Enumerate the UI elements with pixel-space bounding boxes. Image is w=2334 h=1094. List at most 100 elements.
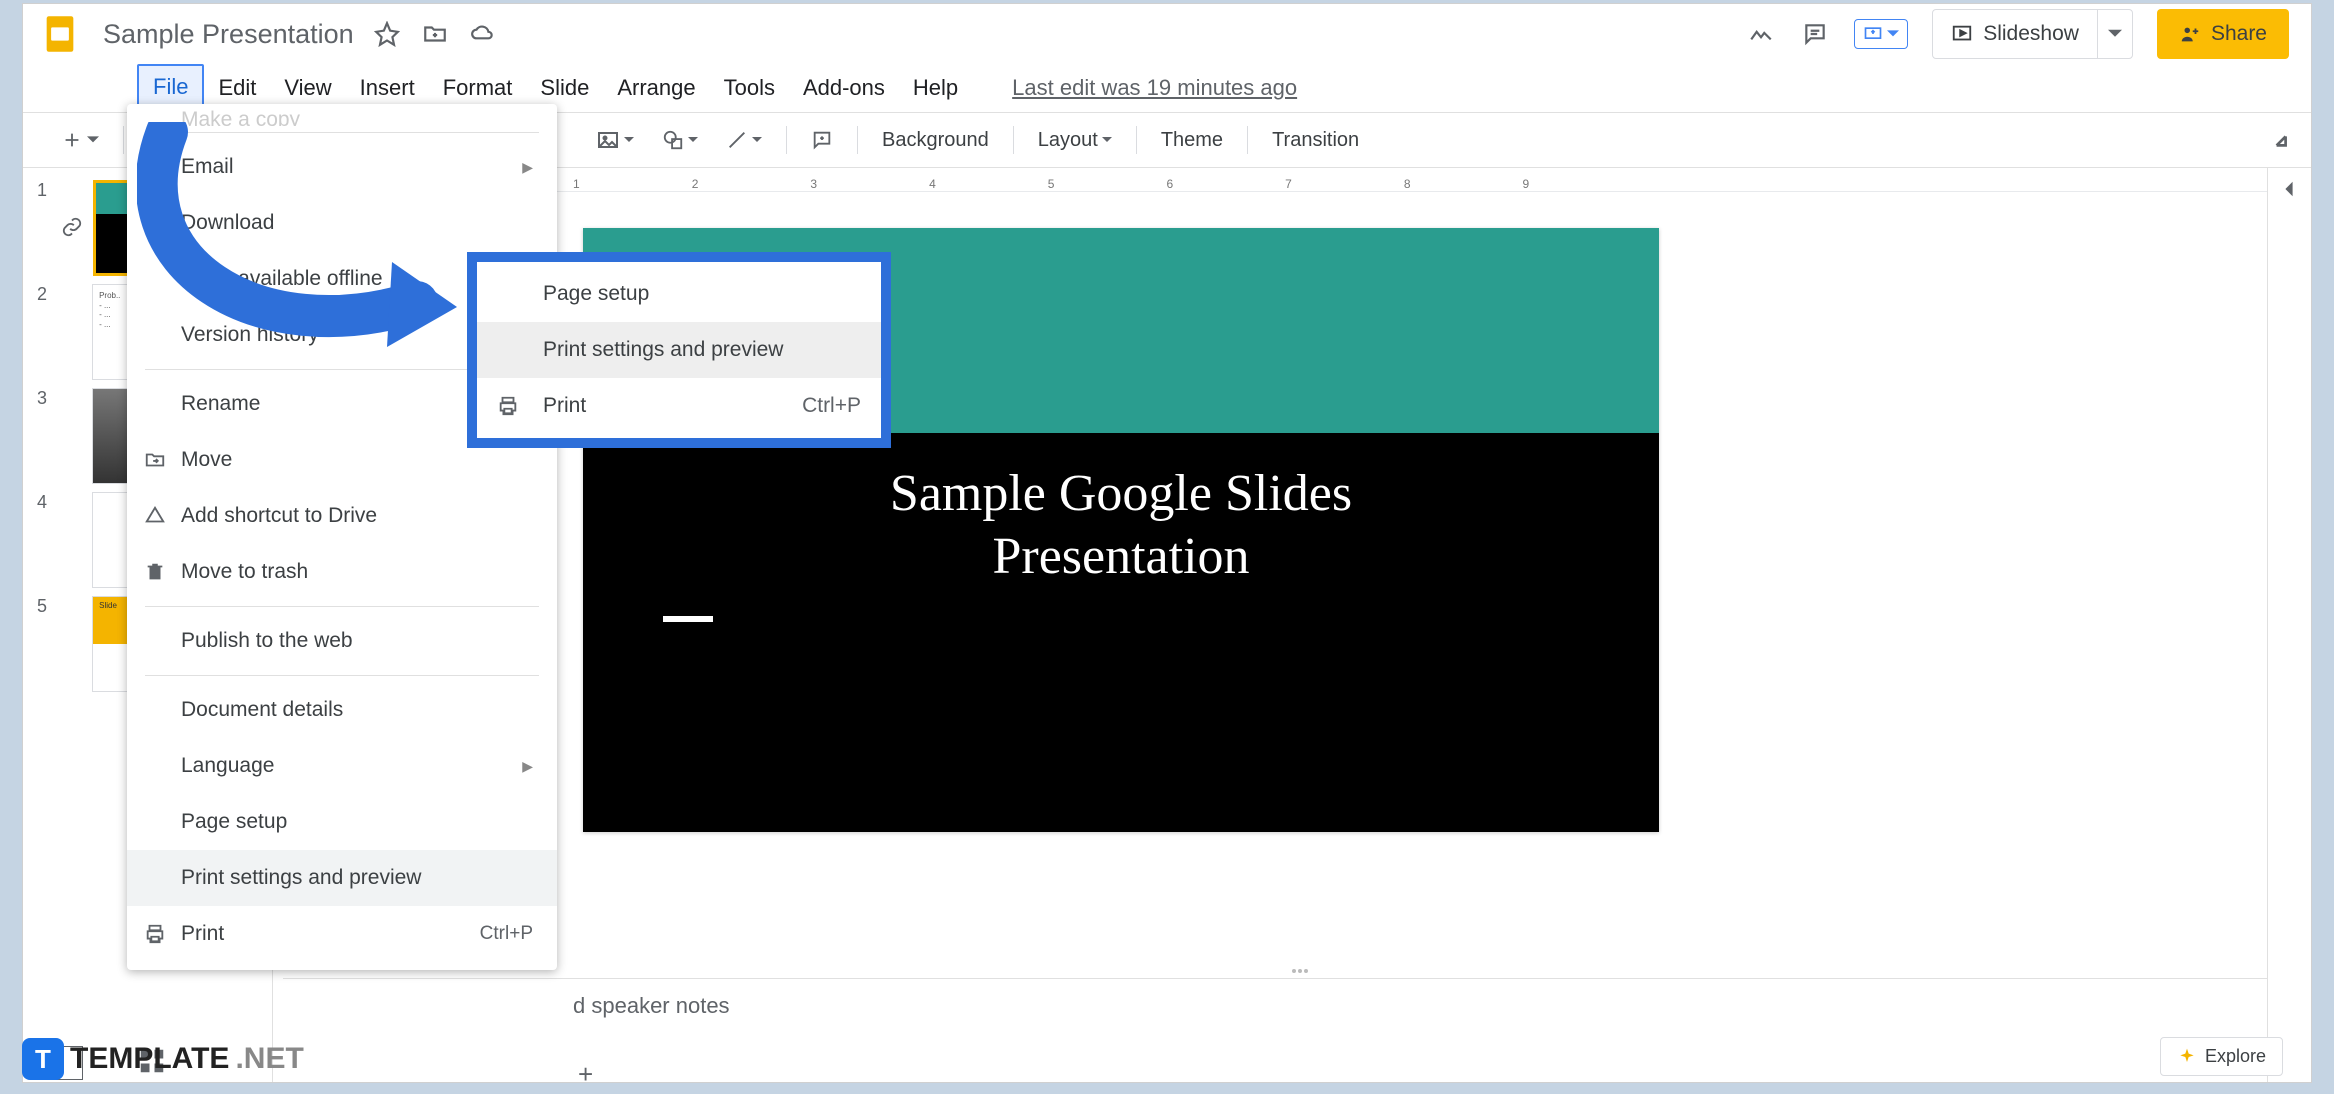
title-bar: Sample Presentation Slideshow Sh (23, 4, 2311, 64)
badge-brand: TEMPLATE (70, 1042, 229, 1076)
drive-shortcut-icon (143, 504, 167, 528)
menu-edit[interactable]: Edit (204, 67, 270, 109)
slide-body: Sample Google Slides Presentation (583, 433, 1659, 832)
label: Language (181, 754, 274, 778)
menu-item-language[interactable]: Language ▶ (127, 738, 557, 794)
label: Page setup (543, 282, 649, 306)
label: Add shortcut to Drive (181, 504, 377, 528)
notes-resize-handle[interactable] (1275, 969, 1325, 977)
right-sidebar (2267, 168, 2311, 1082)
new-slide-button[interactable] (51, 123, 109, 157)
menu-slide[interactable]: Slide (526, 67, 603, 109)
submenu-arrow-icon: ▶ (522, 159, 533, 176)
menu-item-print[interactable]: Print Ctrl+P (127, 906, 557, 962)
slide-title-line2: Presentation (890, 526, 1352, 588)
notes-placeholder: speaker notes (591, 993, 729, 1018)
menu-item-print-settings[interactable]: Print settings and preview (127, 850, 557, 906)
app-window: Sample Presentation Slideshow Sh (22, 3, 2312, 1083)
menu-view[interactable]: View (270, 67, 345, 109)
divider (786, 126, 787, 154)
activity-icon[interactable] (1746, 19, 1776, 49)
transition-button[interactable]: Transition (1262, 123, 1369, 158)
move-folder-icon[interactable] (420, 19, 450, 49)
slideshow-dropdown[interactable] (2097, 10, 2132, 58)
submenu-print-settings[interactable]: Print settings and preview (477, 322, 881, 378)
cloud-status-icon[interactable] (468, 19, 498, 49)
menu-separator (145, 606, 539, 607)
star-icon[interactable] (372, 19, 402, 49)
template-logo-icon: T (22, 1038, 64, 1080)
label: Page setup (181, 810, 287, 834)
menu-item-document-details[interactable]: Document details (127, 682, 557, 738)
menu-item-page-setup[interactable]: Page setup (127, 794, 557, 850)
sidebar-collapse-icon[interactable] (2268, 168, 2311, 210)
file-menu-dropdown: Make a copy Email▶ Download Make availab… (127, 104, 557, 970)
menu-addons[interactable]: Add-ons (789, 67, 899, 109)
menu-help[interactable]: Help (899, 67, 972, 109)
label: Print settings and preview (181, 866, 421, 890)
insert-comment-button[interactable] (801, 123, 843, 157)
insert-line-button[interactable] (716, 123, 772, 157)
slide-number: 4 (37, 492, 51, 588)
menu-item-download[interactable]: Download (127, 195, 557, 251)
menu-item-add-shortcut[interactable]: Add shortcut to Drive (127, 488, 557, 544)
insert-shape-button[interactable] (652, 123, 708, 157)
explore-button[interactable]: Explore (2160, 1037, 2283, 1076)
last-edit-link[interactable]: Last edit was 19 minutes ago (1012, 75, 1297, 101)
slide-number: 1 (37, 180, 51, 276)
label: Print (181, 922, 224, 946)
comments-icon[interactable] (1800, 19, 1830, 49)
slideshow-label: Slideshow (1983, 22, 2079, 46)
label: Version history (181, 323, 319, 347)
print-icon (143, 922, 167, 946)
insert-image-button[interactable] (586, 122, 644, 158)
horizontal-ruler: 1 2 3 4 5 6 7 8 9 (273, 168, 2267, 192)
menu-item-make-a-copy[interactable]: Make a copy (127, 108, 557, 126)
menu-item-trash[interactable]: Move to trash (127, 544, 557, 600)
speaker-notes[interactable]: d speaker notes (283, 978, 2267, 1044)
document-title[interactable]: Sample Presentation (103, 19, 354, 50)
move-icon (143, 448, 167, 472)
add-slide-bottom-icon[interactable]: + (578, 1059, 593, 1090)
slideshow-button[interactable]: Slideshow (1933, 22, 2097, 46)
menu-separator (145, 132, 539, 133)
label: Publish to the web (181, 629, 353, 653)
slide-number: 2 (37, 284, 51, 380)
ruler-tick: 9 (1523, 177, 1530, 191)
label: Rename (181, 392, 260, 416)
divider (123, 126, 124, 154)
menu-item-publish[interactable]: Publish to the web (127, 613, 557, 669)
layout-label: Layout (1038, 129, 1098, 152)
slide-number: 5 (37, 596, 51, 692)
background-button[interactable]: Background (872, 123, 999, 158)
toolbar-collapse-button[interactable] (2263, 125, 2301, 155)
divider (1013, 126, 1014, 154)
trash-icon (143, 560, 167, 584)
slide-number: 3 (37, 388, 51, 484)
label: Move to trash (181, 560, 308, 584)
badge-suffix: .NET (235, 1042, 303, 1076)
layout-button[interactable]: Layout (1028, 123, 1122, 158)
accent-line (663, 616, 713, 622)
share-button[interactable]: Share (2157, 9, 2289, 59)
slide-title[interactable]: Sample Google Slides Presentation (890, 463, 1352, 588)
present-to-meeting-button[interactable] (1854, 19, 1908, 49)
label: Print settings and preview (543, 338, 783, 362)
submenu-page-setup[interactable]: Page setup (477, 266, 881, 322)
submenu-print[interactable]: Print Ctrl+P (477, 378, 881, 434)
submenu-arrow-icon: ▶ (522, 758, 533, 775)
menu-format[interactable]: Format (429, 67, 527, 109)
ruler-tick: 1 (573, 177, 580, 191)
shortcut: Ctrl+P (480, 923, 533, 945)
menu-separator (145, 675, 539, 676)
slides-logo-icon[interactable] (35, 9, 85, 59)
menu-insert[interactable]: Insert (346, 67, 429, 109)
ruler-tick: 6 (1166, 177, 1173, 191)
theme-button[interactable]: Theme (1151, 123, 1233, 158)
menu-tools[interactable]: Tools (710, 67, 789, 109)
ruler-tick: 2 (692, 177, 699, 191)
menu-item-email[interactable]: Email▶ (127, 139, 557, 195)
linked-slide-icon (61, 216, 83, 238)
print-icon (497, 395, 519, 417)
menu-arrange[interactable]: Arrange (603, 67, 709, 109)
